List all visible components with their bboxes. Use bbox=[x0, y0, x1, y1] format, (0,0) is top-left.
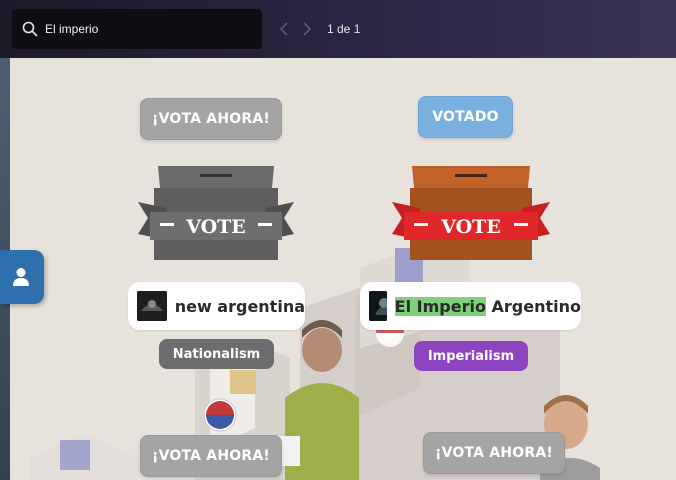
user-icon bbox=[13, 268, 29, 286]
candidate-avatar bbox=[137, 291, 167, 321]
box-vote-label: VOTE bbox=[440, 216, 501, 238]
ballot-box-gray: VOTE bbox=[138, 166, 294, 260]
previous-result-icon[interactable] bbox=[277, 20, 291, 38]
candidate-avatar bbox=[369, 291, 387, 321]
ideology-tag: Imperialism bbox=[414, 341, 528, 371]
voted-button[interactable]: VOTADO bbox=[418, 96, 513, 138]
next-result-icon[interactable] bbox=[300, 20, 314, 38]
find-bar: El imperio 1 de 1 bbox=[0, 0, 676, 58]
vote-now-button[interactable]: ¡VOTA AHORA! bbox=[423, 432, 565, 474]
vote-now-button[interactable]: ¡VOTA AHORA! bbox=[140, 435, 282, 477]
search-highlight: El Imperio bbox=[394, 296, 486, 316]
candidate-name: new argentina bbox=[174, 296, 305, 316]
search-field[interactable]: El imperio bbox=[12, 9, 262, 49]
candidate-name-rest: Argentino bbox=[485, 296, 582, 316]
result-counter: 1 de 1 bbox=[327, 22, 361, 36]
box-vote-label: VOTE bbox=[185, 216, 246, 238]
profile-side-button[interactable] bbox=[0, 250, 44, 304]
candidate-card[interactable]: El Imperio Argentino bbox=[360, 282, 581, 330]
candidate-card[interactable]: new argentina bbox=[128, 282, 305, 330]
search-icon bbox=[22, 21, 38, 37]
ballot-box-voted: VOTE bbox=[392, 166, 550, 260]
candidate-name: El Imperio Argentino bbox=[394, 296, 582, 316]
search-input[interactable]: El imperio bbox=[45, 21, 98, 37]
ideology-tag: Nationalism bbox=[159, 339, 274, 369]
voting-illustration bbox=[30, 238, 600, 480]
voting-scene: ¡VOTA AHORA! VOTE new argentina National… bbox=[0, 58, 676, 480]
vote-now-button[interactable]: ¡VOTA AHORA! bbox=[140, 98, 282, 140]
